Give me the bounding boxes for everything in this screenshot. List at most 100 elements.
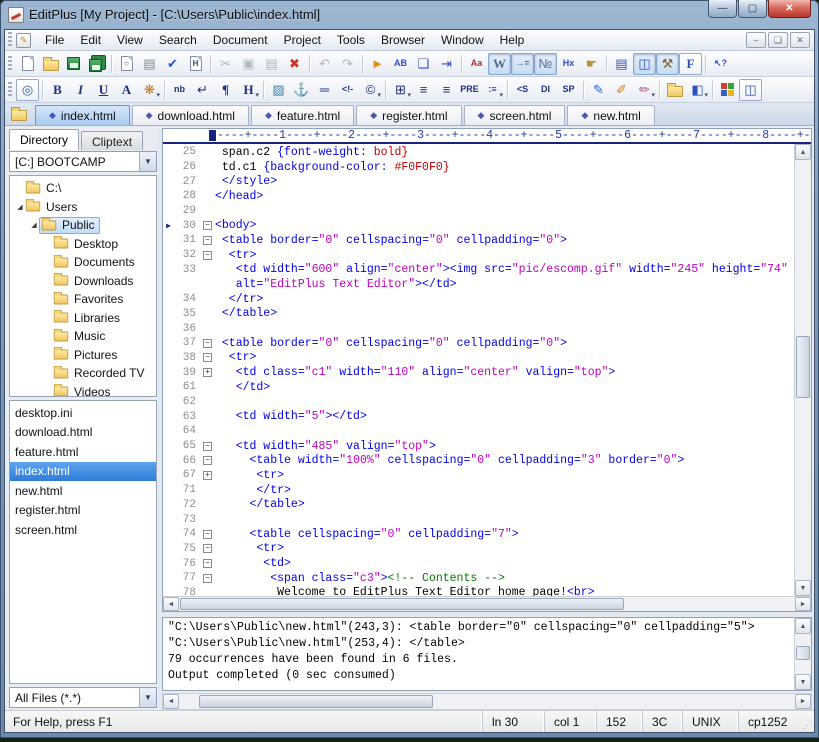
fold-expand-icon[interactable]: + [203,368,212,377]
tab-cliptext[interactable]: Cliptext [81,131,143,150]
code-line-71[interactable]: 71 </tr> [163,483,794,498]
directory-window-icon[interactable]: ◫ [633,53,656,75]
code-line-38[interactable]: 38− <tr> [163,351,794,366]
color-palette-icon[interactable]: ❋▾ [138,79,161,101]
code-line-25[interactable]: 25 span.c2 {font-weight: bold} [163,145,794,160]
code-line-31[interactable]: 31− <table border="0" cellspacing="0" ce… [163,233,794,248]
find-icon[interactable]: ► [366,53,389,75]
tree-item-documents[interactable]: Documents [10,253,156,272]
menu-tools[interactable]: Tools [329,30,373,50]
output-hscroll-thumb[interactable] [199,695,433,708]
split-window-icon[interactable]: ◫ [739,79,762,101]
file-item-register.html[interactable]: register.html [10,501,156,521]
menu-help[interactable]: Help [492,30,533,50]
code-line-72[interactable]: 72 </table> [163,498,794,513]
menu-browser[interactable]: Browser [373,30,433,50]
fold-collapse-icon[interactable]: − [203,236,212,245]
filter-dropdown-arrow-icon[interactable]: ▼ [139,688,156,707]
indent-guide-icon[interactable]: →= [511,53,534,75]
code-line-65[interactable]: 65− <td width="485" valign="top"> [163,439,794,454]
file-item-new.html[interactable]: new.html [10,481,156,501]
drive-dropdown-arrow-icon[interactable]: ▼ [139,152,156,171]
function-list-icon[interactable]: F [679,53,702,75]
save-icon[interactable] [62,53,85,75]
tab-directory[interactable]: Directory [9,129,79,150]
edit-pencil-icon[interactable]: ✎ [587,79,610,101]
editor-vertical-scrollbar[interactable]: ▲ ▼ [794,144,811,596]
code-line-77[interactable]: 77− <span class="c3"><!-- Contents --> [163,571,794,586]
strikethrough-icon[interactable]: <S [511,79,534,101]
align-left-icon[interactable]: ≡ [412,79,435,101]
output-scroll-right-icon[interactable]: ► [795,694,811,709]
line-break-icon[interactable]: ↵ [191,79,214,101]
delete-icon[interactable]: ✖ [283,53,306,75]
new-file-icon[interactable] [16,53,39,75]
code-editor[interactable]: 25 span.c2 {font-weight: bold}26 td.c1 {… [163,144,794,596]
tree-item-music[interactable]: Music [10,327,156,346]
code-line-67[interactable]: 67+ <tr> [163,468,794,483]
goto-line-icon[interactable]: ⇥ [435,53,458,75]
code-line-33[interactable]: 33 <td width="600" align="center"><img s… [163,263,794,278]
bold-icon[interactable]: B [46,79,69,101]
tree-item-users[interactable]: ◢Users [10,198,156,217]
editor-hscroll-thumb[interactable] [180,598,624,610]
resize-grip[interactable]: ⋰ [798,711,814,732]
title-bar[interactable]: EditPlus [My Project] - [C:\Users\Public… [0,0,819,29]
tools-window-icon[interactable]: ⚒ [656,53,679,75]
fold-collapse-icon[interactable]: − [203,353,212,362]
scroll-left-icon[interactable]: ◄ [163,597,179,611]
heading-dropdown-arrow-icon[interactable]: ▾ [255,91,259,99]
special-character-icon[interactable]: ©▾ [359,79,382,101]
tree-item-pictures[interactable]: Pictures [10,346,156,365]
tree-item-libraries[interactable]: Libraries [10,309,156,328]
insert-table-icon[interactable]: ⊞▾ [389,79,412,101]
code-line-73[interactable]: 73 [163,512,794,527]
code-line-78[interactable]: 78 Welcome to EditPlus Text Editor home … [163,586,794,596]
fold-expand-icon[interactable]: + [203,471,212,480]
file-item-desktop.ini[interactable]: desktop.ini [10,403,156,423]
windows-colors-icon[interactable] [716,79,739,101]
code-line-61[interactable]: 61 </td> [163,380,794,395]
menu-document[interactable]: Document [205,30,276,50]
spell-check-icon[interactable]: ✔ [161,53,184,75]
new-html-document-icon[interactable]: H [184,53,207,75]
menu-file[interactable]: File [37,30,72,50]
span-tag-icon[interactable]: SP [557,79,580,101]
window-layout-dropdown-arrow-icon[interactable]: ▾ [704,91,708,99]
print-preview-icon[interactable]: ○ [115,53,138,75]
scroll-right-icon[interactable]: ► [795,597,811,611]
tree-item-public[interactable]: ◢Public [10,216,156,235]
menu-project[interactable]: Project [276,30,329,50]
file-item-screen.html[interactable]: screen.html [10,520,156,540]
output-scroll-down-icon[interactable]: ▼ [795,674,811,690]
file-item-feature.html[interactable]: feature.html [10,442,156,462]
close-button[interactable]: ✕ [768,0,811,18]
align-justify-icon[interactable]: ≡ [435,79,458,101]
code-line-76[interactable]: 76− <td> [163,556,794,571]
print-icon[interactable]: ▤ [138,53,161,75]
code-line-29[interactable]: 29 [163,204,794,219]
underline-icon[interactable]: U [92,79,115,101]
line-numbers-icon[interactable]: № [534,53,557,75]
tree-item-desktop[interactable]: Desktop [10,235,156,254]
code-line-39[interactable]: 39+ <td class="c1" width="110" align="ce… [163,365,794,380]
document-tab-download.html[interactable]: ◆download.html [132,105,249,125]
document-tab-new.html[interactable]: ◆new.html [567,105,654,125]
code-line-28[interactable]: 28</head> [163,189,794,204]
insert-image-icon[interactable]: ▨ [267,79,290,101]
output-horizontal-scrollbar[interactable]: ◄ ► [162,693,812,710]
italic-icon[interactable]: I [69,79,92,101]
code-line-35[interactable]: 35 </table> [163,307,794,322]
heading-icon[interactable]: H▾ [237,79,260,101]
document-tab-screen.html[interactable]: ◆screen.html [464,105,566,125]
code-line-64[interactable]: 64 [163,424,794,439]
project-folder-icon[interactable] [11,110,27,121]
document-tab-feature.html[interactable]: ◆feature.html [251,105,354,125]
code-line-37[interactable]: 37− <table border="0" cellspacing="0" ce… [163,336,794,351]
window-layout-icon[interactable]: ◧▾ [686,79,709,101]
word-wrap-icon[interactable]: W [488,53,511,75]
tree-item-recorded-tv[interactable]: Recorded TV [10,364,156,383]
fold-collapse-icon[interactable]: − [203,530,212,539]
fold-collapse-icon[interactable]: − [203,544,212,553]
list-dropdown-arrow-icon[interactable]: ▾ [499,91,503,99]
